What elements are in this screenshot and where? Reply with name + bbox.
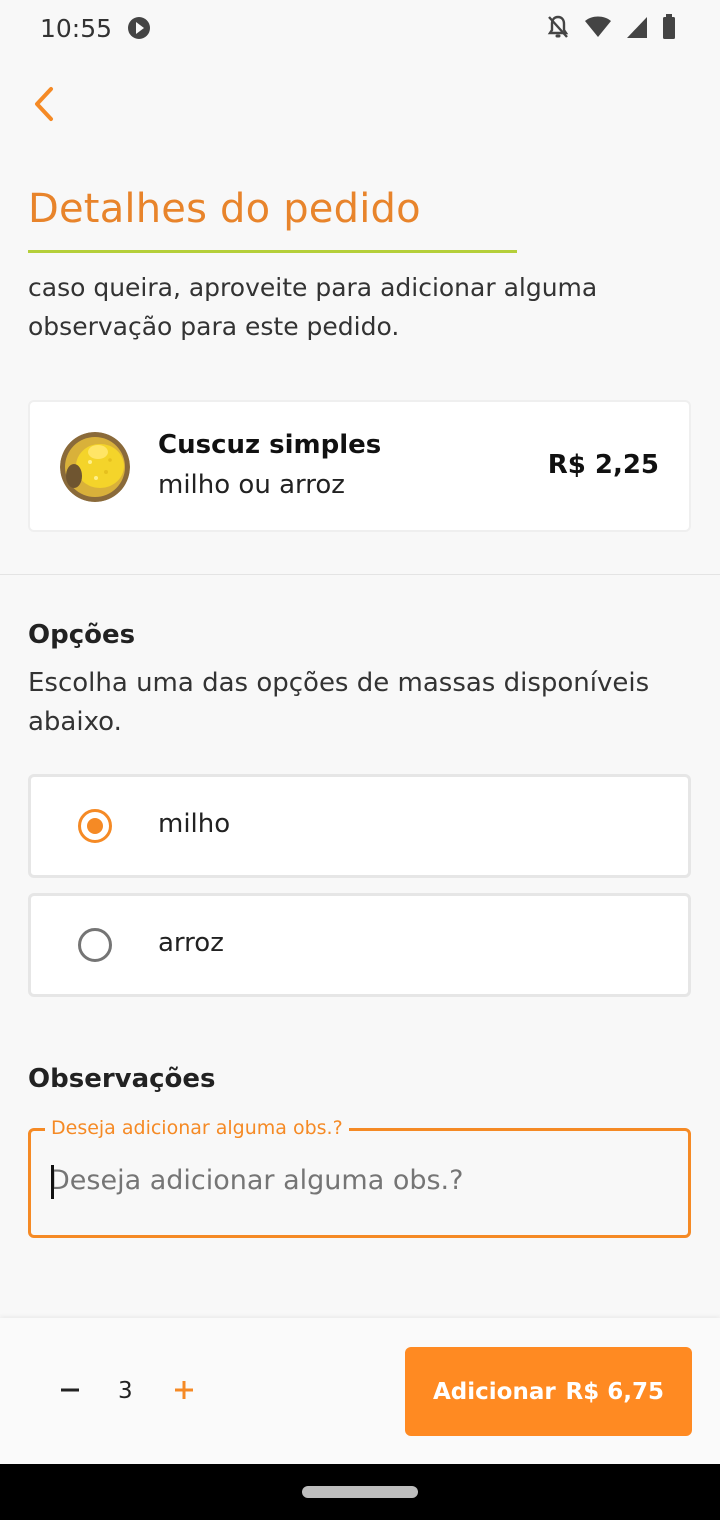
system-navigation-bar	[0, 1464, 720, 1520]
radio-checked-icon[interactable]	[78, 809, 112, 843]
product-description: milho ou arroz	[158, 470, 345, 500]
home-gesture-handle[interactable]	[302, 1486, 418, 1498]
status-time: 10:55	[40, 13, 113, 43]
page-subtitle: caso queira, aproveite para adicionar al…	[28, 273, 598, 341]
status-bar: 10:55	[0, 0, 720, 56]
notifications-off-icon	[547, 15, 569, 38]
radio-unchecked-icon[interactable]	[78, 928, 112, 962]
add-button-label: Adicionar	[433, 1378, 556, 1405]
title-underline	[28, 250, 517, 253]
add-button-total: R$ 6,75	[565, 1378, 664, 1405]
options-title: Opções	[28, 620, 136, 650]
product-price: R$ 2,25	[547, 450, 659, 480]
chevron-left-icon	[35, 87, 53, 121]
add-to-order-button[interactable]: Adicionar R$ 6,75	[405, 1347, 692, 1436]
cuscuz-photo-icon	[60, 432, 130, 502]
decrease-quantity-button[interactable]	[50, 1370, 90, 1410]
observations-input[interactable]	[49, 1165, 669, 1196]
option-milho[interactable]: milho	[28, 774, 691, 878]
increase-quantity-button[interactable]	[164, 1370, 204, 1410]
quantity-value: 3	[118, 1378, 133, 1404]
section-divider	[0, 574, 720, 575]
bottom-action-bar: 3 Adicionar R$ 6,75	[0, 1318, 720, 1464]
observations-title: Observações	[28, 1064, 216, 1094]
signal-icon	[627, 17, 647, 38]
page-title: Detalhes do pedido	[28, 186, 421, 232]
product-card: Cuscuz simples milho ou arroz R$ 2,25	[28, 400, 691, 532]
product-image	[60, 432, 130, 502]
back-button[interactable]	[20, 80, 68, 128]
product-name: Cuscuz simples	[158, 430, 382, 460]
wifi-icon	[585, 16, 611, 37]
option-arroz[interactable]: arroz	[28, 893, 691, 997]
battery-icon	[663, 14, 675, 39]
options-description: Escolha uma das opções de massas disponí…	[28, 668, 650, 737]
option-label: arroz	[158, 928, 224, 958]
observations-field[interactable]: Deseja adicionar alguma obs.?	[28, 1117, 691, 1238]
minus-icon	[61, 1388, 79, 1392]
text-cursor	[51, 1165, 54, 1199]
media-playing-icon	[128, 17, 151, 39]
option-label: milho	[158, 809, 231, 839]
plus-icon	[175, 1381, 193, 1399]
observations-floating-label: Deseja adicionar alguma obs.?	[45, 1117, 349, 1139]
status-icons	[546, 14, 676, 40]
